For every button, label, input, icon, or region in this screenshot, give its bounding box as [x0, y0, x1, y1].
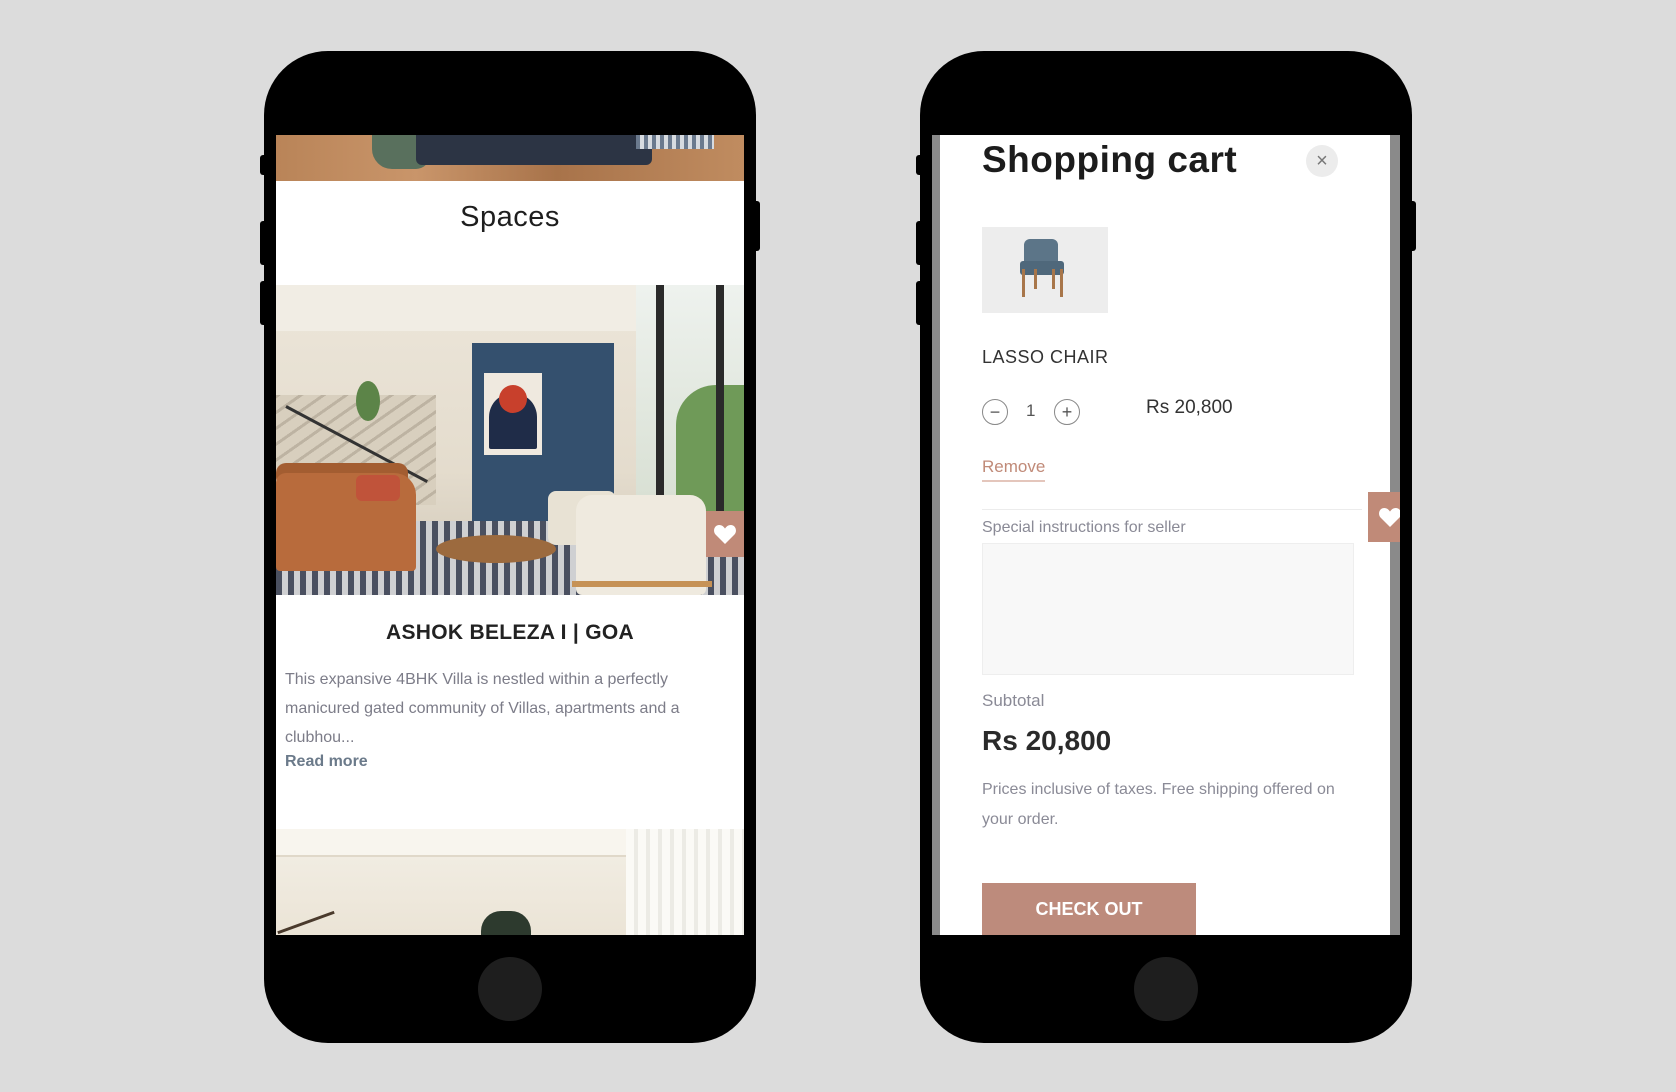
divider	[982, 509, 1362, 510]
instructions-label: Special instructions for seller	[982, 519, 1186, 536]
project-description: This expansive 4BHK Villa is nestled wit…	[285, 671, 680, 746]
mute-switch	[916, 155, 924, 175]
volume-up-button	[916, 221, 924, 265]
photo-table	[436, 535, 556, 563]
chair-leg	[1034, 269, 1037, 289]
photo-armchair	[576, 495, 706, 595]
section-title: Spaces	[460, 201, 560, 233]
heart-icon	[714, 525, 736, 544]
quantity-value[interactable]: 1	[1026, 401, 1035, 421]
photo-art-sun	[499, 385, 527, 413]
chair-leg	[1060, 269, 1063, 297]
photo-rail	[277, 910, 335, 935]
remove-link[interactable]: Remove	[982, 457, 1046, 482]
photo-plant	[356, 381, 380, 421]
project-title[interactable]: ASHOK BELEZA I | GOA	[276, 621, 744, 645]
volume-down-button	[260, 281, 268, 325]
increment-button[interactable]: +	[1054, 399, 1080, 425]
home-button	[478, 957, 542, 1021]
close-icon: ×	[1316, 149, 1328, 172]
phone-frame-left: Spaces ASHOK BELEZA I | GOA This expansi…	[260, 51, 760, 1043]
home-button	[1134, 957, 1198, 1021]
mute-switch	[260, 155, 268, 175]
subtotal-label: Subtotal	[982, 691, 1045, 710]
next-project-image[interactable]	[276, 829, 744, 935]
drawer-overlay-edge	[932, 135, 940, 935]
hero-rug	[636, 135, 714, 149]
chair-seat	[1020, 261, 1064, 275]
decrement-button[interactable]: −	[982, 399, 1008, 425]
photo-curtain	[626, 829, 744, 935]
chair-leg	[1022, 269, 1025, 297]
cart-title: Shopping cart	[982, 139, 1238, 180]
volume-up-button	[260, 221, 268, 265]
wishlist-button[interactable]	[1368, 492, 1400, 542]
hero-sofa	[416, 135, 652, 165]
read-more-link[interactable]: Read more	[285, 753, 368, 771]
heart-icon	[1379, 508, 1400, 527]
photo-art	[481, 911, 531, 935]
hero-image	[276, 135, 744, 181]
photo-pillow	[356, 475, 400, 501]
minus-icon: −	[989, 401, 1001, 422]
close-button[interactable]: ×	[1306, 145, 1338, 177]
photo-armchair-frame	[572, 581, 712, 587]
product-name[interactable]: LASSO CHAIR	[982, 347, 1109, 368]
volume-down-button	[916, 281, 924, 325]
checkout-button[interactable]: CHECK OUT	[982, 883, 1196, 935]
chair-leg	[1052, 269, 1055, 289]
line-item-price: Rs 20,800	[1146, 397, 1233, 418]
plus-icon: +	[1061, 401, 1073, 422]
power-button	[1408, 201, 1416, 251]
wishlist-button[interactable]	[706, 511, 744, 557]
tax-note: Prices inclusive of taxes. Free shipping…	[982, 781, 1335, 828]
instructions-input[interactable]	[982, 543, 1354, 675]
subtotal-value: Rs 20,800	[982, 725, 1112, 756]
product-thumbnail[interactable]	[982, 227, 1108, 313]
spaces-screen: Spaces ASHOK BELEZA I | GOA This expansi…	[276, 135, 744, 935]
phone-frame-right: Shopping cart × LASSO CHAIR − 1 + Rs 20,…	[916, 51, 1416, 1043]
power-button	[752, 201, 760, 251]
cart-screen: Shopping cart × LASSO CHAIR − 1 + Rs 20,…	[932, 135, 1400, 935]
project-image[interactable]	[276, 285, 744, 595]
